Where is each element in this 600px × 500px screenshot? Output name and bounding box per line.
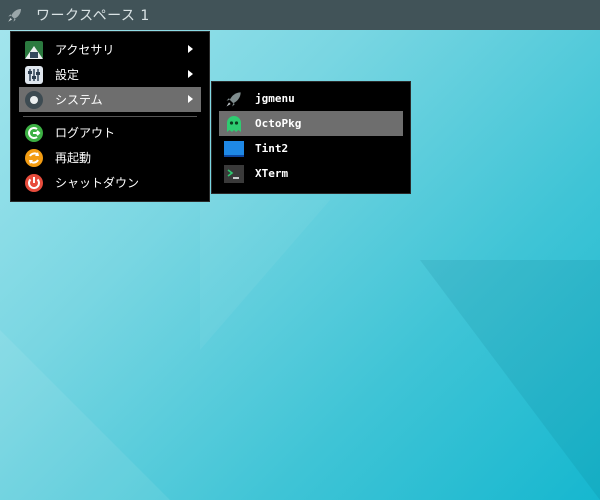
menu-item-shutdown[interactable]: シャットダウン bbox=[19, 170, 201, 195]
system-submenu: jgmenu OctoPkg Tint2 XTerm bbox=[211, 81, 411, 194]
submenu-item-label: Tint2 bbox=[255, 142, 289, 155]
menu-item-label: システム bbox=[55, 93, 103, 107]
submenu-arrow-icon bbox=[188, 70, 193, 78]
rocket-icon bbox=[223, 88, 245, 110]
menu-separator bbox=[23, 116, 197, 117]
rocket-icon[interactable] bbox=[4, 4, 26, 26]
system-icon bbox=[23, 89, 45, 111]
submenu-item-label: jgmenu bbox=[255, 92, 295, 105]
menu-item-label: 設定 bbox=[55, 68, 80, 82]
submenu-arrow-icon bbox=[188, 95, 193, 103]
menu-item-settings[interactable]: 設定 bbox=[19, 62, 201, 87]
settings-icon bbox=[23, 64, 45, 86]
menu-item-accessories[interactable]: アクセサリ bbox=[19, 37, 201, 62]
main-menu: アクセサリ 設定 システム ログアウト 再起動 シャットダウン bbox=[10, 31, 210, 202]
tint2-icon bbox=[223, 138, 245, 160]
reboot-icon bbox=[23, 147, 45, 169]
submenu-item-octopkg[interactable]: OctoPkg bbox=[219, 111, 403, 136]
submenu-item-xterm[interactable]: XTerm bbox=[219, 161, 403, 186]
menu-item-label: 再起動 bbox=[55, 151, 92, 165]
menu-item-logout[interactable]: ログアウト bbox=[19, 120, 201, 145]
taskbar: ワークスペース 1 bbox=[0, 0, 600, 30]
menu-item-reboot[interactable]: 再起動 bbox=[19, 145, 201, 170]
shutdown-icon bbox=[23, 172, 45, 194]
submenu-item-label: OctoPkg bbox=[255, 117, 302, 130]
submenu-item-label: XTerm bbox=[255, 167, 289, 180]
menu-item-label: シャットダウン bbox=[55, 176, 140, 190]
logout-icon bbox=[23, 122, 45, 144]
menu-item-label: アクセサリ bbox=[55, 43, 115, 57]
workspace-label[interactable]: ワークスペース 1 bbox=[36, 5, 150, 25]
menu-item-label: ログアウト bbox=[55, 126, 116, 140]
octopkg-icon bbox=[223, 113, 245, 135]
submenu-item-jgmenu[interactable]: jgmenu bbox=[219, 86, 403, 111]
accessories-icon bbox=[23, 39, 45, 61]
submenu-arrow-icon bbox=[188, 45, 193, 53]
terminal-icon bbox=[223, 163, 245, 185]
submenu-item-tint2[interactable]: Tint2 bbox=[219, 136, 403, 161]
menu-item-system[interactable]: システム bbox=[19, 87, 201, 112]
